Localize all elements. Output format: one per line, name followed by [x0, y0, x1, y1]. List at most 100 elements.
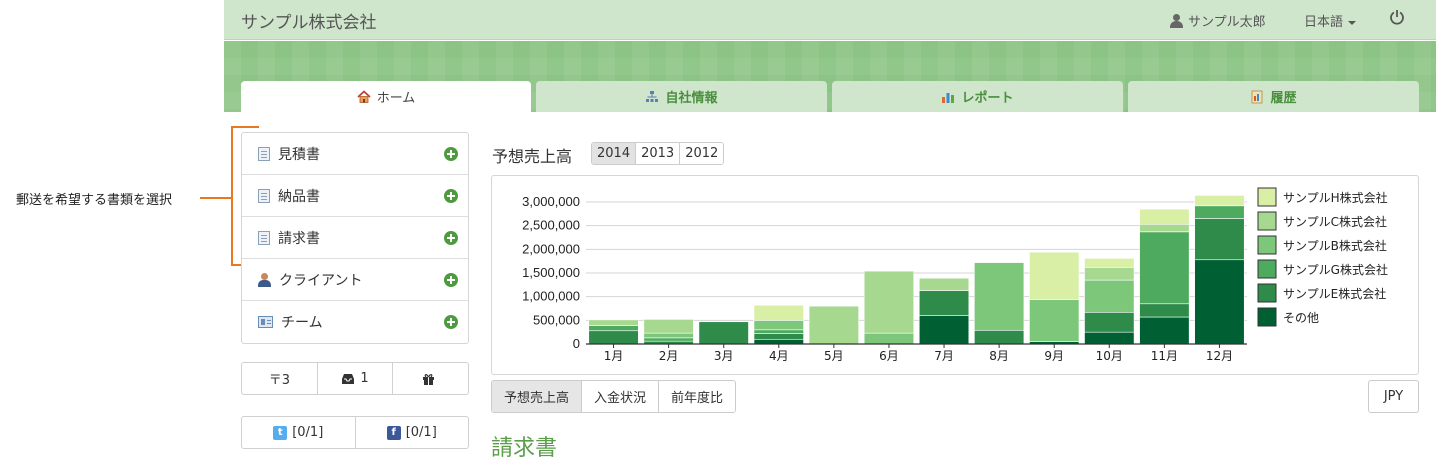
sidebar-item-delivery-note[interactable]: 納品書: [242, 175, 468, 217]
y-tick-label: 0: [573, 336, 580, 351]
section-heading: 請求書: [491, 436, 558, 461]
tab-forecast-sales[interactable]: 予想売上高: [492, 381, 583, 412]
x-tick-label: 12月: [1206, 349, 1233, 363]
sidebar-item-invoice[interactable]: 請求書: [242, 217, 468, 259]
bar-segment: [863, 332, 915, 345]
user-icon: [1170, 13, 1183, 28]
y-tick-label: 1,500,000: [522, 265, 580, 280]
x-tick-label: 11月: [1151, 349, 1178, 363]
language-dropdown[interactable]: 日本語: [1304, 11, 1357, 30]
add-invoice-icon[interactable]: [444, 231, 458, 245]
team-icon: [258, 316, 273, 328]
power-icon[interactable]: [1389, 9, 1405, 25]
user-menu[interactable]: サンプル太郎: [1170, 11, 1266, 30]
document-icon: [258, 188, 270, 203]
bar-segment: [588, 330, 639, 345]
language-label: 日本語: [1304, 15, 1344, 30]
home-icon: [357, 89, 371, 103]
postal-count-button[interactable]: 〒3: [242, 363, 318, 394]
bar-segment: [753, 333, 804, 340]
tab-report[interactable]: レポート: [832, 81, 1123, 112]
bar-segment: [1084, 258, 1135, 268]
y-tick-label: 500,000: [533, 312, 580, 327]
tab-history[interactable]: 履歴: [1128, 81, 1419, 112]
add-estimate-icon[interactable]: [444, 147, 458, 161]
tab-payment-status[interactable]: 入金状況: [582, 381, 660, 412]
twitter-count: [0/1]: [292, 425, 324, 440]
sidebar-item-label: 納品書: [278, 188, 320, 205]
bar-segment: [1194, 259, 1245, 345]
bar-segment: [918, 290, 970, 316]
bar-segment: [1029, 251, 1080, 300]
facebook-icon: f: [386, 425, 401, 440]
gift-button[interactable]: [393, 363, 468, 394]
bar-segment: [643, 319, 694, 334]
legend-swatch: [1257, 283, 1277, 303]
x-tick-label: 10月: [1096, 349, 1123, 363]
legend-swatch: [1257, 187, 1277, 207]
year-button-2012[interactable]: 2012: [680, 143, 724, 164]
tab-report-label: レポート: [961, 91, 1014, 106]
add-client-icon[interactable]: [444, 273, 458, 287]
x-tick-label: 2月: [659, 349, 679, 363]
bar-segment: [1194, 205, 1245, 219]
bar-segment: [808, 305, 859, 345]
tab-company-info-label: 自社情報: [665, 91, 718, 106]
sidebar-item-label: 見積書: [278, 146, 320, 163]
inbox-count-button[interactable]: 1: [318, 363, 394, 394]
sidebar-item-team[interactable]: チーム: [242, 301, 468, 343]
twitter-button[interactable]: t [0/1]: [242, 417, 356, 448]
user-name: サンプル太郎: [1188, 15, 1266, 30]
gift-icon: [422, 373, 434, 385]
add-delivery-note-icon[interactable]: [444, 189, 458, 203]
legend-swatch: [1257, 259, 1277, 279]
postal-count: 〒3: [268, 373, 290, 388]
legend-label: サンプルB株式会社: [1283, 238, 1387, 253]
y-tick-label: 1,000,000: [522, 289, 580, 304]
y-tick-label: 3,000,000: [522, 194, 580, 209]
bar-segment: [1194, 195, 1245, 207]
counts-bar: 〒3 1: [241, 362, 469, 395]
sidebar-item-label: チーム: [281, 315, 323, 331]
bar-segment: [1139, 316, 1190, 345]
x-tick-label: 1月: [604, 349, 624, 363]
tab-history-label: 履歴: [1270, 91, 1297, 106]
year-button-2014[interactable]: 2014: [592, 143, 637, 164]
tab-home[interactable]: ホーム: [241, 81, 531, 112]
x-tick-label: 5月: [824, 349, 844, 363]
bar-chart-icon: [942, 92, 955, 103]
chart-mode-tabs: 予想売上高 入金状況 前年度比: [491, 380, 737, 413]
add-team-icon[interactable]: [444, 315, 458, 329]
legend-label: サンプルG株式会社: [1283, 262, 1388, 277]
bar-segment: [974, 329, 1025, 345]
bar-segment: [753, 329, 804, 334]
sidebar-item-label: 請求書: [278, 230, 320, 247]
x-tick-label: 4月: [769, 349, 789, 363]
app-window: サンプル株式会社 サンプル太郎 日本語 ホーム 自社情報 レポート 履歴 見積書…: [224, 0, 1436, 467]
legend-label: サンプルC株式会社: [1283, 214, 1387, 229]
bar-segment: [1139, 303, 1190, 318]
bar-segment: [1084, 311, 1135, 333]
facebook-count: [0/1]: [405, 425, 437, 440]
x-tick-label: 7月: [934, 349, 954, 363]
tab-year-over-year[interactable]: 前年度比: [659, 381, 736, 412]
x-tick-label: 9月: [1044, 349, 1064, 363]
sidebar-item-estimate[interactable]: 見積書: [242, 133, 468, 175]
currency-button[interactable]: JPY: [1368, 380, 1419, 413]
x-tick-label: 3月: [714, 349, 734, 363]
invoice-icon: [258, 230, 270, 245]
legend-swatch: [1257, 307, 1277, 327]
bar-segment: [643, 337, 694, 342]
sidebar-menu: 見積書 納品書 請求書 クライアント チーム: [241, 132, 469, 344]
bar-segment: [753, 338, 804, 345]
facebook-button[interactable]: f [0/1]: [356, 417, 469, 448]
inbox-icon: [342, 373, 355, 384]
bar-segment: [1084, 331, 1135, 345]
legend-label: サンプルH株式会社: [1283, 190, 1388, 205]
bar-segment: [1084, 279, 1135, 313]
year-button-2013[interactable]: 2013: [636, 143, 681, 164]
tab-company-info[interactable]: 自社情報: [536, 81, 827, 112]
org-chart-icon: [646, 90, 659, 102]
bar-segment: [753, 320, 804, 331]
sidebar-item-client[interactable]: クライアント: [242, 259, 468, 301]
